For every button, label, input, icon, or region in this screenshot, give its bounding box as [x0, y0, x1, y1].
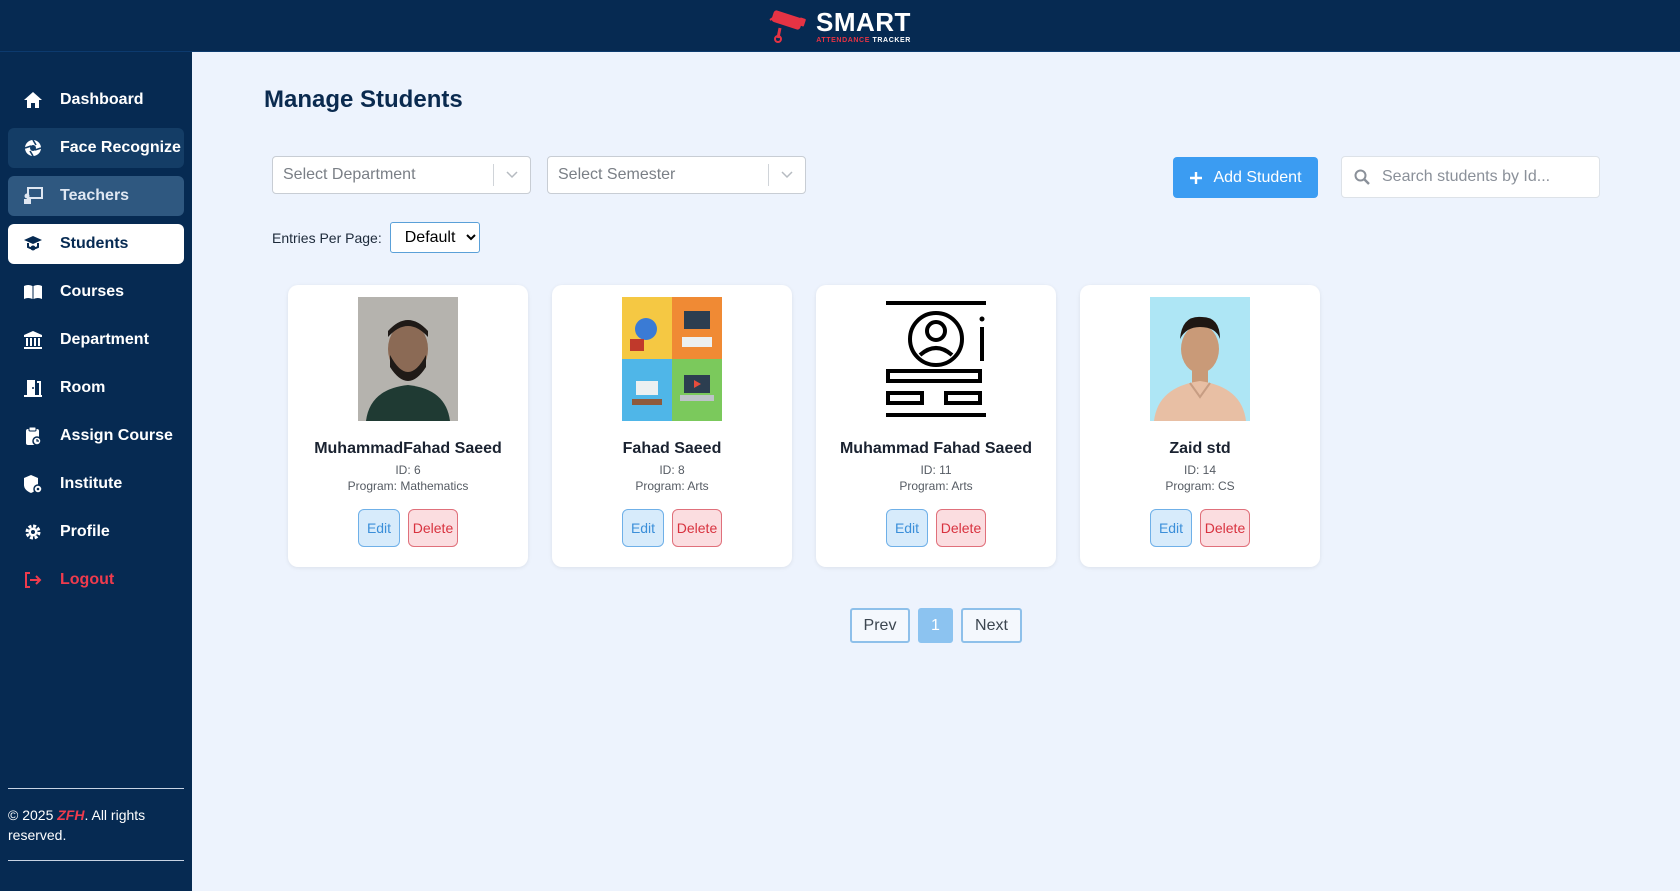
- student-name: Fahad Saeed: [622, 440, 722, 457]
- sidebar-item-label: Institute: [60, 475, 123, 492]
- edit-button[interactable]: Edit: [358, 509, 400, 547]
- top-header: SMART ATTENDANCE TRACKER: [0, 0, 1680, 52]
- sidebar-item-institute[interactable]: Institute: [8, 464, 184, 504]
- sidebar-item-courses[interactable]: Courses: [8, 272, 184, 312]
- clipboard-icon: [22, 425, 44, 447]
- sidebar-item-logout[interactable]: Logout: [8, 560, 184, 600]
- sidebar-item-face-recognize[interactable]: Face Recognize: [8, 128, 184, 168]
- entries-select[interactable]: Default: [389, 222, 480, 253]
- sidebar-item-label: Department: [60, 331, 149, 348]
- plus-icon: [1190, 171, 1203, 184]
- semester-select[interactable]: Select Semester: [547, 156, 806, 194]
- add-student-label: Add Student: [1213, 168, 1302, 186]
- entries-per-page: Entries Per Page: Default: [272, 222, 480, 253]
- delete-button[interactable]: Delete: [1200, 509, 1250, 547]
- sidebar-item-students[interactable]: Students: [8, 224, 184, 264]
- sidebar-item-label: Students: [60, 235, 129, 252]
- sidebar-item-assign-course[interactable]: Assign Course: [8, 416, 184, 456]
- delete-button[interactable]: Delete: [672, 509, 722, 547]
- semester-select-placeholder: Select Semester: [558, 166, 676, 183]
- sidebar-nav: Dashboard Face Recognize Teachers Studen…: [8, 80, 184, 608]
- edit-button[interactable]: Edit: [622, 509, 664, 547]
- sidebar-item-department[interactable]: Department: [8, 320, 184, 360]
- student-card-list: MuhammadFahad Saeed ID: 6 Program: Mathe…: [288, 285, 1320, 567]
- sidebar-item-profile[interactable]: Profile: [8, 512, 184, 552]
- edit-button[interactable]: Edit: [1150, 509, 1192, 547]
- home-icon: [22, 89, 44, 111]
- app-logo[interactable]: SMART ATTENDANCE TRACKER: [766, 6, 911, 46]
- sidebar-item-label: Logout: [60, 571, 115, 588]
- chevron-down-icon[interactable]: [769, 171, 805, 179]
- book-icon: [22, 281, 44, 303]
- student-card: MuhammadFahad Saeed ID: 6 Program: Mathe…: [288, 285, 528, 567]
- student-photo: [1150, 297, 1250, 421]
- sidebar: Dashboard Face Recognize Teachers Studen…: [0, 52, 192, 891]
- pagination: Prev 1 Next: [850, 608, 1022, 643]
- student-id: ID: 14: [1183, 463, 1216, 477]
- security-camera-icon: [769, 10, 806, 43]
- logout-icon: [22, 569, 44, 591]
- edit-button[interactable]: Edit: [886, 509, 928, 547]
- sidebar-item-label: Room: [60, 379, 106, 396]
- next-page-button[interactable]: Next: [961, 608, 1022, 643]
- page-number-button[interactable]: 1: [918, 608, 953, 643]
- graduation-cap-icon: [22, 233, 44, 255]
- delete-button[interactable]: Delete: [936, 509, 986, 547]
- gear-icon: [22, 521, 44, 543]
- student-name: MuhammadFahad Saeed: [314, 440, 502, 457]
- logo-subtitle: ATTENDANCE TRACKER: [816, 36, 911, 44]
- sidebar-item-label: Courses: [60, 283, 125, 300]
- add-student-button[interactable]: Add Student: [1173, 157, 1318, 198]
- student-card: Zaid std ID: 14 Program: CS Edit Delete: [1080, 285, 1320, 567]
- entries-label: Entries Per Page:: [272, 229, 382, 246]
- prev-page-button[interactable]: Prev: [850, 608, 910, 643]
- building-columns-icon: [22, 329, 44, 351]
- sidebar-item-label: Dashboard: [60, 91, 144, 108]
- institute-icon: [22, 473, 44, 495]
- logo-title: SMART: [816, 6, 911, 37]
- student-photo: [622, 297, 722, 421]
- page-title: Manage Students: [264, 86, 463, 113]
- sidebar-item-label: Face Recognize: [60, 139, 181, 156]
- card-actions: Edit Delete: [288, 509, 528, 547]
- sidebar-item-label: Teachers: [60, 187, 130, 204]
- student-id: ID: 8: [659, 463, 685, 477]
- department-select[interactable]: Select Department: [272, 156, 531, 194]
- sidebar-item-label: Profile: [60, 523, 110, 540]
- sidebar-footer: © 2025 ZFH. All rights reserved.: [8, 788, 184, 861]
- student-card: Fahad Saeed ID: 8 Program: Arts Edit Del…: [552, 285, 792, 567]
- sidebar-item-teachers[interactable]: Teachers: [8, 176, 184, 216]
- card-actions: Edit Delete: [552, 509, 792, 547]
- student-program: Program: Arts: [635, 479, 709, 493]
- sidebar-item-dashboard[interactable]: Dashboard: [8, 80, 184, 120]
- student-name: Muhammad Fahad Saeed: [839, 440, 1033, 457]
- student-program: Program: CS: [1165, 479, 1235, 493]
- footer-brand: ZFH: [57, 807, 85, 823]
- teacher-board-icon: [22, 185, 44, 207]
- student-name: Zaid std: [1169, 440, 1231, 457]
- sidebar-item-room[interactable]: Room: [8, 368, 184, 408]
- student-photo: [886, 297, 986, 421]
- search-input[interactable]: [1382, 168, 1587, 186]
- student-program: Program: Arts: [899, 479, 973, 493]
- search-icon: [1342, 169, 1382, 185]
- student-card: Muhammad Fahad Saeed ID: 11 Program: Art…: [816, 285, 1056, 567]
- delete-button[interactable]: Delete: [408, 509, 458, 547]
- student-program: Program: Mathematics: [347, 479, 469, 493]
- card-actions: Edit Delete: [1080, 509, 1320, 547]
- door-icon: [22, 377, 44, 399]
- sidebar-item-label: Assign Course: [60, 427, 173, 444]
- card-actions: Edit Delete: [816, 509, 1056, 547]
- chevron-down-icon[interactable]: [494, 171, 530, 179]
- student-id: ID: 11: [920, 463, 952, 477]
- student-id: ID: 6: [395, 463, 421, 477]
- search-box[interactable]: [1341, 156, 1600, 198]
- student-photo: [358, 297, 458, 421]
- department-select-placeholder: Select Department: [283, 166, 416, 183]
- aperture-icon: [22, 137, 44, 159]
